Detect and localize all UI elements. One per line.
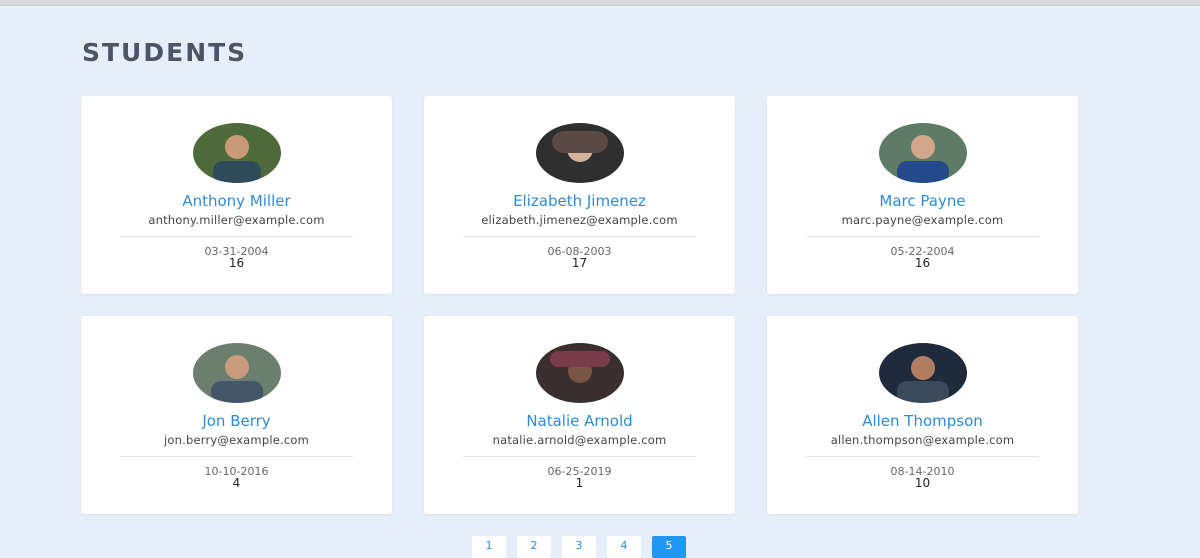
student-card[interactable]: Marc Payne marc.payne@example.com 05-22-…: [767, 96, 1078, 294]
student-email[interactable]: jon.berry@example.com: [81, 433, 392, 447]
student-age: 16: [228, 256, 245, 270]
student-name[interactable]: Jon Berry: [81, 412, 392, 430]
person-photo-avatar: [536, 343, 624, 403]
student-name[interactable]: Marc Payne: [767, 192, 1078, 210]
page-2-button[interactable]: 2: [517, 536, 551, 558]
student-age: 17: [571, 256, 588, 270]
student-card[interactable]: Natalie Arnold natalie.arnold@example.co…: [424, 316, 735, 514]
student-email[interactable]: elizabeth.jimenez@example.com: [424, 213, 735, 227]
browser-top-border: [0, 0, 1200, 6]
student-email[interactable]: allen.thompson@example.com: [767, 433, 1078, 447]
card-divider: [463, 456, 696, 457]
student-avatar-image: [879, 343, 967, 403]
student-avatar-image: [193, 343, 281, 403]
person-photo-avatar: [193, 343, 281, 403]
student-email[interactable]: anthony.miller@example.com: [81, 213, 392, 227]
page-4-button[interactable]: 4: [607, 536, 641, 558]
person-photo-avatar: [879, 123, 967, 183]
card-divider: [806, 456, 1039, 457]
card-divider: [463, 236, 696, 237]
student-name[interactable]: Allen Thompson: [767, 412, 1078, 430]
student-card[interactable]: Elizabeth Jimenez elizabeth.jimenez@exam…: [424, 96, 735, 294]
student-card[interactable]: Allen Thompson allen.thompson@example.co…: [767, 316, 1078, 514]
person-photo-avatar: [879, 343, 967, 403]
student-email[interactable]: marc.payne@example.com: [767, 213, 1078, 227]
page-1-button[interactable]: 1: [472, 536, 506, 558]
card-divider: [120, 456, 353, 457]
student-age: 4: [232, 476, 241, 490]
student-avatar-image: [879, 123, 967, 183]
student-name[interactable]: Anthony Miller: [81, 192, 392, 210]
student-age: 16: [914, 256, 931, 270]
student-name[interactable]: Elizabeth Jimenez: [424, 192, 735, 210]
student-age: 10: [914, 476, 931, 490]
card-divider: [120, 236, 353, 237]
student-name[interactable]: Natalie Arnold: [424, 412, 735, 430]
student-card[interactable]: Anthony Miller anthony.miller@example.co…: [81, 96, 392, 294]
card-divider: [806, 236, 1039, 237]
student-avatar-image: [536, 343, 624, 403]
page-5-button[interactable]: 5: [652, 536, 686, 558]
student-card[interactable]: Jon Berry jon.berry@example.com 10-10-20…: [81, 316, 392, 514]
page-title: STUDENTS: [82, 38, 248, 67]
student-avatar-image: [536, 123, 624, 183]
student-avatar-image: [193, 123, 281, 183]
student-email[interactable]: natalie.arnold@example.com: [424, 433, 735, 447]
person-photo-avatar: [193, 123, 281, 183]
student-age: 1: [575, 476, 584, 490]
person-photo-avatar: [536, 123, 624, 183]
page-3-button[interactable]: 3: [562, 536, 596, 558]
